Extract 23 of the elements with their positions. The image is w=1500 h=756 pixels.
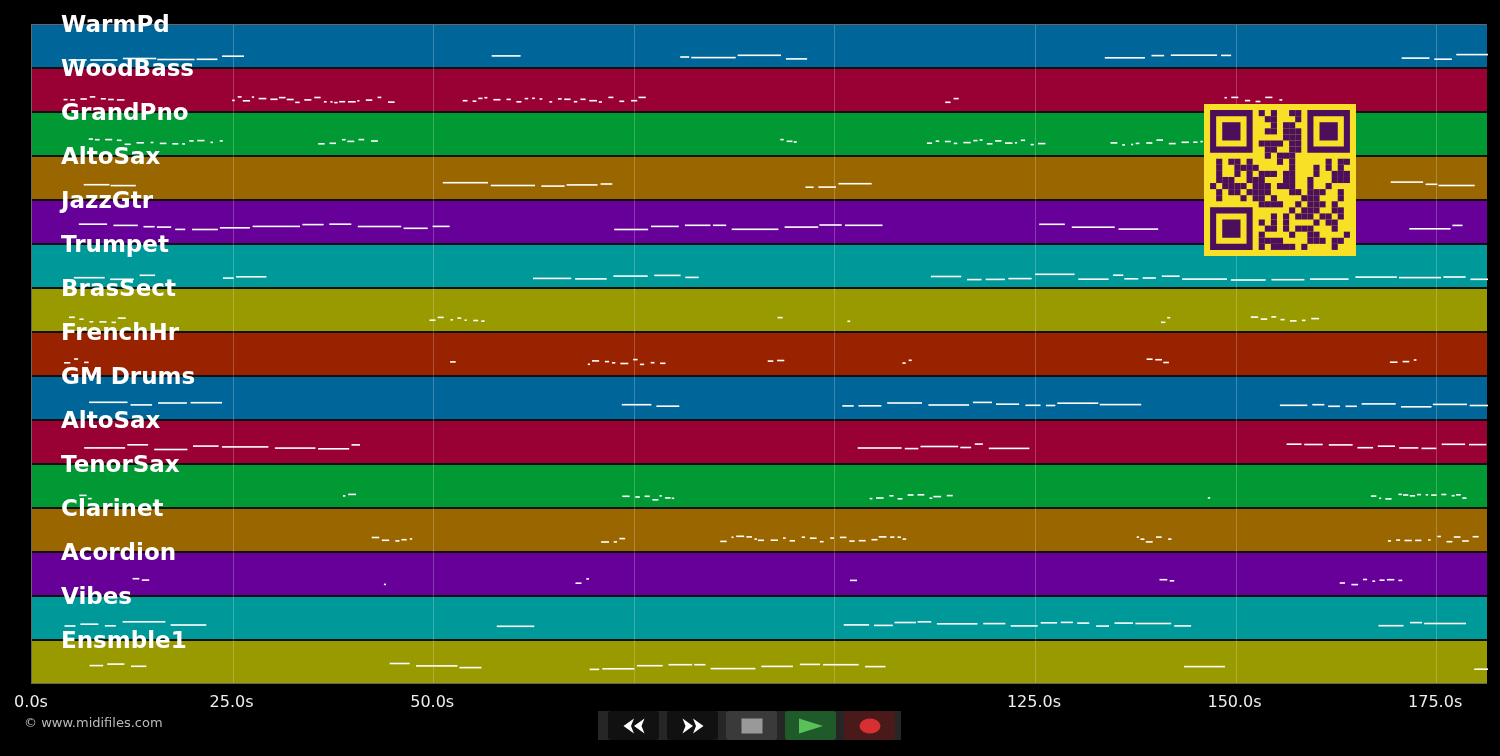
- track-label: Acordion: [61, 538, 177, 566]
- track-label: AltoSax: [61, 406, 161, 434]
- time-tick-label: 25.0s: [209, 692, 254, 712]
- time-tick-label: 50.0s: [410, 692, 455, 712]
- track-label: WoodBass: [61, 54, 195, 82]
- play-button[interactable]: [785, 711, 836, 740]
- time-tick-label: 125.0s: [1006, 692, 1062, 712]
- track-label: Clarinet: [61, 494, 164, 522]
- track-label: JazzGtr: [61, 186, 154, 214]
- time-tick-label: 0.0s: [14, 692, 48, 712]
- track-label: FrenchHr: [61, 318, 180, 346]
- copyright-text: © www.midifiles.com: [24, 715, 163, 731]
- track-label: BrasSect: [61, 274, 176, 302]
- rewind-button[interactable]: [608, 711, 659, 740]
- stop-button[interactable]: [726, 711, 777, 740]
- track-label: Ensmble1: [61, 626, 187, 654]
- track-label: AltoSax: [61, 142, 161, 170]
- track-label: WarmPd: [61, 10, 170, 38]
- time-tick-label: 175.0s: [1408, 692, 1463, 712]
- time-tick-label: 150.0s: [1207, 692, 1262, 712]
- fast-forward-button[interactable]: [667, 711, 718, 740]
- record-button[interactable]: [844, 711, 895, 740]
- qr-code-icon: [1204, 104, 1356, 256]
